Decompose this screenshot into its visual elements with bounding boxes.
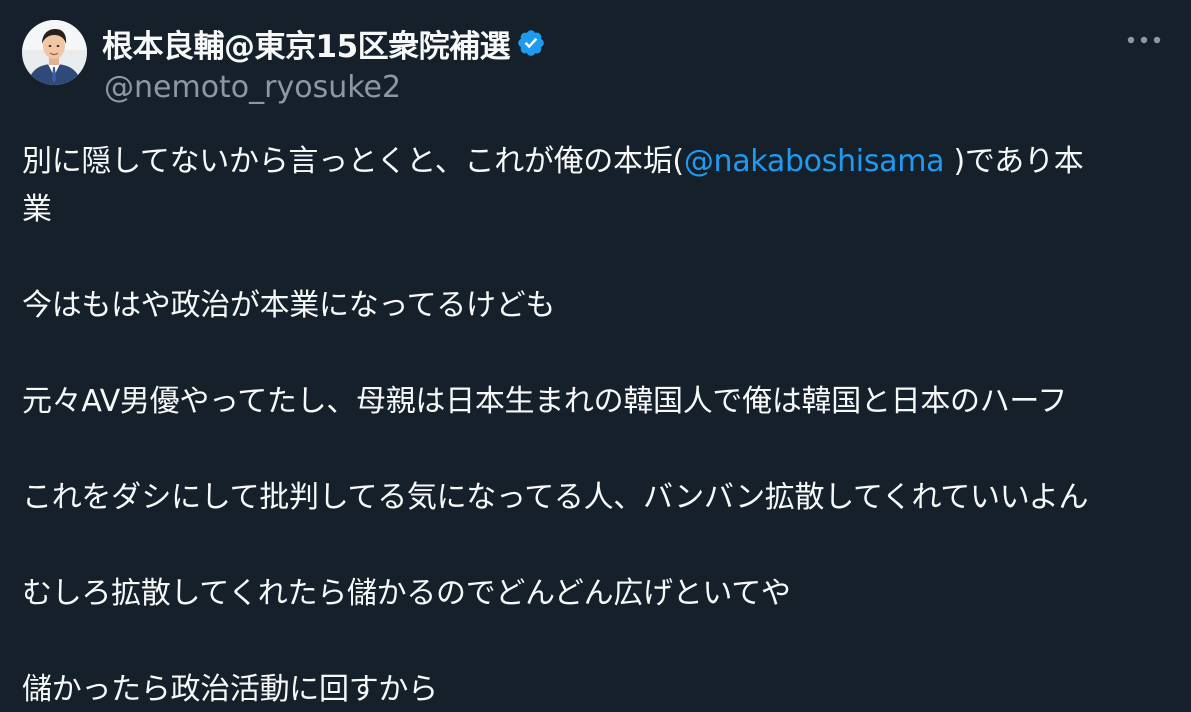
profile-photo-icon [22, 20, 87, 85]
tweet-text-segment: )であり本 [944, 144, 1084, 179]
tweet-text: 別に隠してないから言っとくと、これが俺の本垢(@nakaboshisama )で… [22, 138, 1172, 712]
avatar[interactable] [22, 20, 87, 85]
more-options-button[interactable] [1124, 24, 1164, 56]
tweet-card[interactable]: 根本良輔@東京15区衆院補選 @nemoto_ryosuke2 別に隠してないか… [0, 0, 1191, 712]
tweet-paragraph-5: むしろ拡散してくれたら儲かるのでどんどん広げといてや [22, 576, 791, 611]
tweet-text-segment: 別に隠してないから言っとくと、これが俺の本垢( [22, 144, 684, 179]
mention-link[interactable]: @nakaboshisama [684, 144, 945, 179]
author-name-row[interactable]: 根本良輔@東京15区衆院補選 [102, 21, 546, 66]
tweet-paragraph-4: これをダシにして批判してる気になってる人、バンバン拡散してくれていいよん [22, 480, 1089, 515]
verified-badge-icon[interactable] [516, 28, 546, 58]
more-options-icon [1127, 36, 1161, 44]
tweet-text-segment: 業 [22, 192, 52, 227]
author-handle[interactable]: @nemoto_ryosuke2 [104, 70, 401, 105]
tweet-paragraph-3: 元々AV男優やってたし、母親は日本生まれの韓国人で俺は韓国と日本のハーフ [22, 384, 1068, 419]
tweet-paragraph-6: 儲かったら政治活動に回すから [22, 672, 438, 707]
author-display-name[interactable]: 根本良輔@東京15区衆院補選 [102, 21, 511, 66]
tweet-paragraph-2: 今はもはや政治が本業になってるけども [22, 288, 556, 323]
tweet-paragraph-1: 別に隠してないから言っとくと、これが俺の本垢(@nakaboshisama )で… [22, 138, 1172, 234]
